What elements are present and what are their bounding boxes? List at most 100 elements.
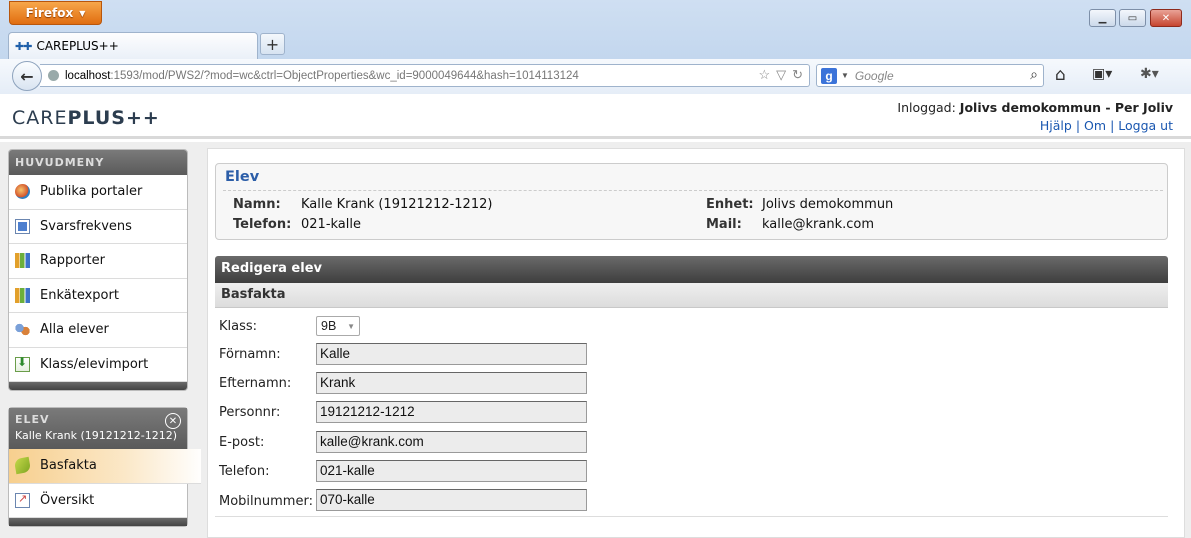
import-icon <box>15 355 30 372</box>
mail-label: Mail: <box>706 217 742 232</box>
divider <box>215 516 1168 517</box>
telefon-field[interactable]: 021-kalle <box>316 460 587 482</box>
fornamn-field[interactable]: Kalle <box>316 343 587 365</box>
menu-item-label: Basfakta <box>40 458 97 474</box>
login-user: Jolivs demokommun - Per Joliv <box>959 100 1173 115</box>
klass-value: 9B <box>321 319 337 333</box>
bookmark-star-icon[interactable]: ☆ <box>758 67 770 83</box>
url-path: :1593/mod/PWS2/?mod=wc&ctrl=ObjectProper… <box>110 69 579 82</box>
login-label: Inloggad: <box>897 100 956 115</box>
firefox-menu-button[interactable]: Firefox ▼ <box>9 1 102 25</box>
fornamn-label: Förnamn: <box>219 347 281 362</box>
bookmarks-menu-icon[interactable]: ▣▾ <box>1092 66 1112 82</box>
help-link[interactable]: Hjälp <box>1040 118 1072 133</box>
document-icon <box>15 218 30 234</box>
users-icon <box>15 322 30 338</box>
menu-item-rapporter[interactable]: Rapporter <box>9 244 187 279</box>
mail-value: kalle@krank.com <box>762 217 874 232</box>
minimize-button[interactable]: ▁ <box>1089 9 1116 27</box>
search-input[interactable]: g ▼ Google ⌕ <box>816 64 1044 87</box>
chevron-down-icon: ▼ <box>347 321 355 331</box>
efternamn-label: Efternamn: <box>219 376 292 391</box>
menu-item-klass-elevimport[interactable]: Klass/elevimport <box>9 348 187 382</box>
chevron-down-icon[interactable]: ▼ <box>841 71 849 80</box>
history-dropdown-icon[interactable]: ▽ <box>776 67 786 83</box>
header-links: Hjälp | Om | Logga ut <box>1039 118 1173 133</box>
elev-menu-header: ELEV Kalle Krank (19121212-1212) ✕ <box>9 408 187 449</box>
tab-title: CAREPLUS++ <box>36 39 119 53</box>
elev-menu-title: ELEV <box>15 413 50 426</box>
google-icon[interactable]: g <box>821 67 837 84</box>
personnr-label: Personnr: <box>219 405 281 420</box>
chart-icon <box>15 492 30 508</box>
menu-item-alla-elever[interactable]: Alla elever <box>9 313 187 348</box>
bar-chart-icon <box>15 253 30 269</box>
search-icon[interactable]: ⌕ <box>1030 66 1038 83</box>
browser-tab[interactable]: ✚✚ CAREPLUS++ <box>8 32 258 59</box>
klass-select[interactable]: 9B ▼ <box>316 316 360 336</box>
close-icon: ✕ <box>1161 12 1171 24</box>
main-menu: HUVUDMENY Publika portaler Svarsfrekvens… <box>8 149 188 391</box>
plus-icon: + <box>265 34 280 54</box>
elev-info-title: Elev <box>225 169 260 185</box>
maximize-button[interactable]: ▭ <box>1119 9 1146 27</box>
about-link[interactable]: Om <box>1084 118 1106 133</box>
site-identity-icon <box>48 70 59 81</box>
search-placeholder: Google <box>854 68 894 83</box>
elev-menu-subtitle: Kalle Krank (19121212-1212) <box>15 429 177 442</box>
menu-item-label: Alla elever <box>40 322 109 338</box>
home-icon[interactable]: ⌂ <box>1055 65 1066 85</box>
basfakta-subsection-title: Basfakta <box>215 283 1168 308</box>
elev-menu: ELEV Kalle Krank (19121212-1212) ✕ Basfa… <box>8 407 203 527</box>
menu-item-enkatexport[interactable]: Enkätexport <box>9 279 187 313</box>
back-arrow-icon: ← <box>20 66 34 86</box>
mobilnummer-field[interactable]: 070-kalle <box>316 489 587 511</box>
menu-item-label: Översikt <box>40 492 95 508</box>
main-menu-title: HUVUDMENY <box>9 150 187 175</box>
menu-item-oversikt[interactable]: Översikt <box>9 484 187 518</box>
logout-link[interactable]: Logga ut <box>1118 118 1173 133</box>
leaf-icon <box>13 457 32 475</box>
careplus-logo[interactable]: CAREPLUS++ <box>12 107 160 129</box>
menu-item-label: Svarsfrekvens <box>40 218 132 234</box>
addon-icon[interactable]: ✱▾ <box>1140 66 1159 82</box>
globe-icon <box>15 184 30 200</box>
minimize-icon: ▁ <box>1098 12 1107 24</box>
bar-chart-icon <box>15 287 30 303</box>
namn-value: Kalle Krank (19121212-1212) <box>301 197 493 212</box>
url-bar[interactable]: localhost:1593/mod/PWS2/?mod=wc&ctrl=Obj… <box>40 64 810 87</box>
menu-item-svarsfrekvens[interactable]: Svarsfrekvens <box>9 210 187 244</box>
enhet-label: Enhet: <box>706 197 754 212</box>
namn-label: Namn: <box>233 197 281 212</box>
reload-icon[interactable]: ↻ <box>792 67 803 83</box>
back-button[interactable]: ← <box>12 61 42 91</box>
klass-label: Klass: <box>219 319 258 334</box>
telefon-field-label: Telefon: <box>219 464 270 479</box>
menu-item-label: Rapporter <box>40 253 105 269</box>
mobilnummer-label: Mobilnummer: <box>219 494 313 509</box>
telefon-value: 021-kalle <box>301 217 361 232</box>
new-tab-button[interactable]: + <box>260 33 285 55</box>
email-field[interactable]: kalle@krank.com <box>316 431 587 453</box>
telefon-label: Telefon: <box>233 217 292 232</box>
firefox-menu-label: Firefox <box>25 6 74 20</box>
chevron-down-icon: ▼ <box>79 8 86 18</box>
panel-footer <box>9 518 187 526</box>
menu-item-label: Publika portaler <box>40 184 143 200</box>
close-icon[interactable]: ✕ <box>165 413 181 429</box>
enhet-value: Jolivs demokommun <box>762 197 894 212</box>
menu-item-basfakta[interactable]: Basfakta <box>9 449 203 484</box>
divider <box>223 190 1163 191</box>
url-host: localhost <box>65 69 111 82</box>
menu-item-label: Klass/elevimport <box>40 356 149 372</box>
epost-label: E-post: <box>219 435 265 450</box>
efternamn-field[interactable]: Krank <box>316 372 587 394</box>
personnr-field[interactable]: 19121212-1212 <box>316 401 587 423</box>
menu-item-label: Enkätexport <box>40 287 119 303</box>
panel-footer <box>9 382 187 390</box>
login-info: Inloggad: Jolivs demokommun - Per Joliv <box>897 100 1173 115</box>
careplus-favicon-icon: ✚✚ <box>15 39 32 53</box>
edit-section-title: Redigera elev <box>215 256 1168 283</box>
menu-item-publika-portaler[interactable]: Publika portaler <box>9 175 187 210</box>
close-window-button[interactable]: ✕ <box>1150 9 1182 27</box>
